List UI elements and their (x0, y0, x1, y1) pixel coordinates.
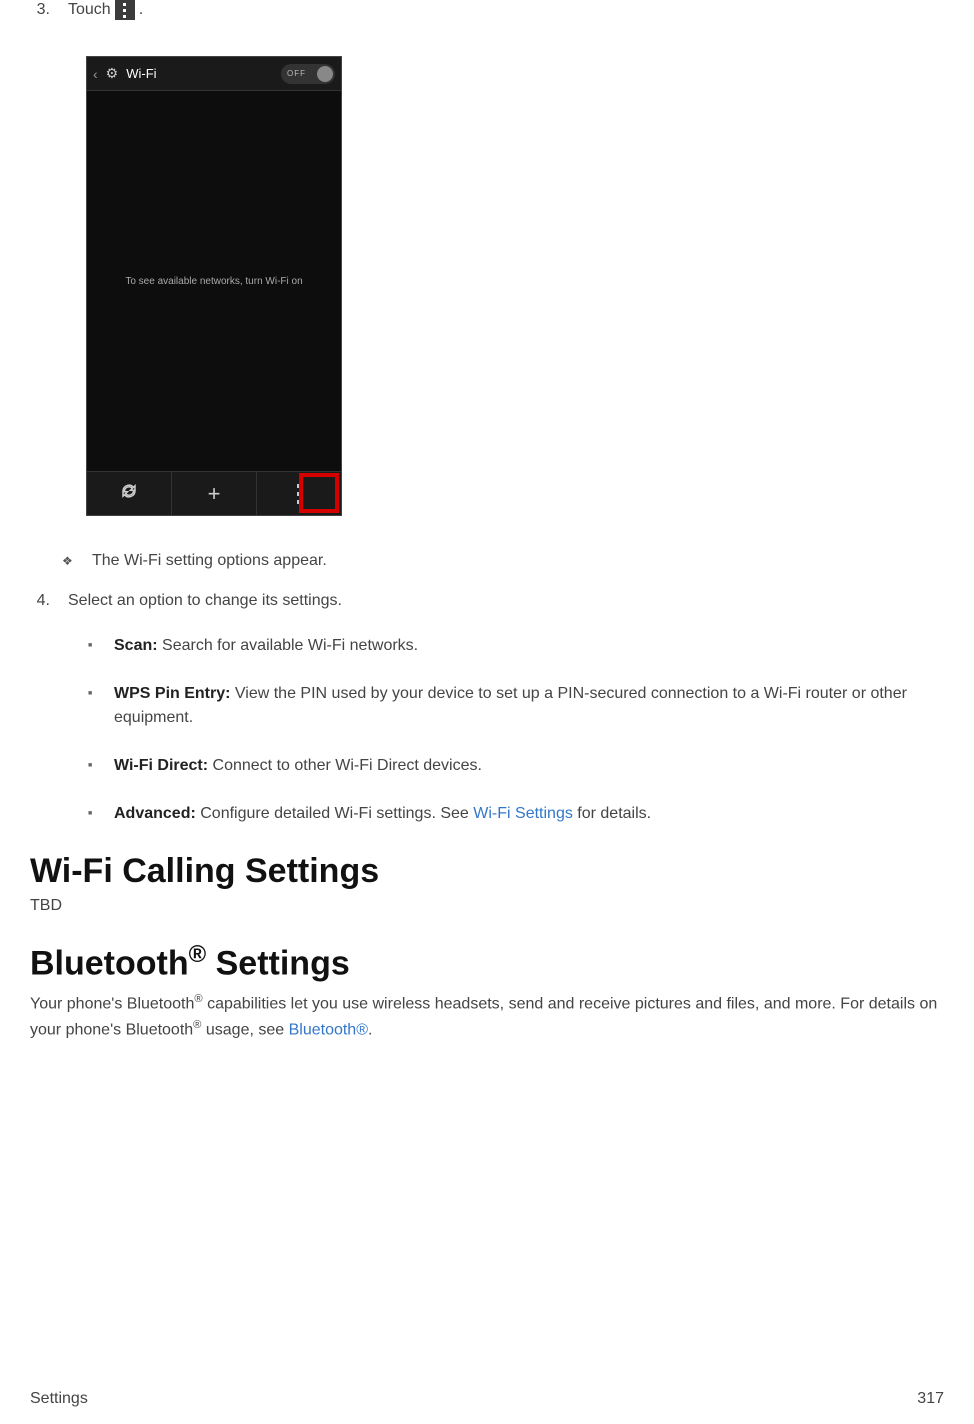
phone-body: To see available networks, turn Wi-Fi on (87, 91, 341, 471)
step-3: 3. Touch . (30, 0, 944, 20)
bottom-menu (256, 472, 341, 515)
phone-topbar: ‹ ⚙ Wi-Fi OFF (87, 57, 341, 91)
heading-bluetooth: Bluetooth® Settings (30, 941, 944, 983)
option-wps-desc: View the PIN used by your device to set … (114, 685, 907, 726)
option-scan-text: Scan: Search for available Wi-Fi network… (114, 634, 944, 658)
step-3-prefix: Touch (68, 1, 111, 19)
step-3-text: Touch . (68, 0, 143, 20)
option-wps: ■ WPS Pin Entry: View the PIN used by yo… (88, 682, 944, 730)
footer-page-number: 317 (917, 1390, 944, 1408)
phone-screenshot: ‹ ⚙ Wi-Fi OFF To see available networks,… (86, 56, 342, 516)
bottom-refresh (87, 472, 171, 515)
bluetooth-paragraph: Your phone's Bluetooth® capabilities let… (30, 991, 944, 1043)
step-4-text: Select an option to change its settings. (68, 592, 342, 610)
option-scan-label: Scan: (114, 637, 158, 654)
square-bullet-icon: ■ (88, 754, 96, 778)
refresh-icon (120, 482, 138, 505)
wifi-toggle: OFF (281, 64, 335, 84)
options-list: ■ Scan: Search for available Wi-Fi netwo… (88, 634, 944, 826)
option-wifi-direct: ■ Wi-Fi Direct: Connect to other Wi-Fi D… (88, 754, 944, 778)
tbd-text: TBD (30, 897, 944, 915)
overflow-menu-icon (115, 0, 135, 20)
heading-bluetooth-suffix: Settings (206, 944, 350, 982)
bluetooth-link[interactable]: Bluetooth® (289, 1022, 368, 1039)
step-4-number: 4. (30, 592, 50, 610)
phone-body-text: To see available networks, turn Wi-Fi on (125, 276, 302, 287)
registered-mark: ® (189, 941, 207, 968)
option-direct-desc: Connect to other Wi-Fi Direct devices. (208, 757, 482, 774)
option-direct-text: Wi-Fi Direct: Connect to other Wi-Fi Dir… (114, 754, 944, 778)
option-wps-text: WPS Pin Entry: View the PIN used by your… (114, 682, 944, 730)
option-scan: ■ Scan: Search for available Wi-Fi netwo… (88, 634, 944, 658)
result-line: ❖ The Wi-Fi setting options appear. (62, 552, 944, 570)
registered-mark: ® (194, 993, 202, 1005)
square-bullet-icon: ■ (88, 634, 96, 658)
wifi-settings-link[interactable]: Wi-Fi Settings (473, 805, 573, 822)
square-bullet-icon: ■ (88, 802, 96, 826)
square-bullet-icon: ■ (88, 682, 96, 730)
heading-wifi-calling: Wi-Fi Calling Settings (30, 852, 944, 891)
bt-p4: . (368, 1022, 372, 1039)
option-scan-desc: Search for available Wi-Fi networks. (158, 637, 419, 654)
phone-title: Wi-Fi (126, 66, 156, 81)
step-3-suffix: . (139, 1, 143, 19)
footer-section: Settings (30, 1390, 88, 1408)
red-highlight-box (299, 473, 339, 513)
option-advanced-label: Advanced: (114, 805, 196, 822)
option-wps-label: WPS Pin Entry: (114, 685, 230, 702)
step-3-number: 3. (30, 1, 50, 19)
bt-p3: usage, see (201, 1022, 288, 1039)
back-icon: ‹ (93, 66, 98, 82)
option-advanced-text: Advanced: Configure detailed Wi-Fi setti… (114, 802, 944, 826)
plus-icon: + (208, 481, 221, 507)
phone-bottombar: + (87, 471, 341, 515)
option-direct-label: Wi-Fi Direct: (114, 757, 208, 774)
bottom-add: + (171, 472, 256, 515)
page-footer: Settings 317 (30, 1390, 944, 1408)
step-3-line: 3. Touch . (30, 0, 944, 20)
bt-p1: Your phone's Bluetooth (30, 996, 194, 1013)
option-advanced: ■ Advanced: Configure detailed Wi-Fi set… (88, 802, 944, 826)
result-text: The Wi-Fi setting options appear. (92, 552, 327, 570)
diamond-bullet-icon: ❖ (62, 554, 74, 568)
step-4: 4. Select an option to change its settin… (30, 592, 944, 826)
gear-icon: ⚙ (106, 65, 119, 82)
heading-bluetooth-prefix: Bluetooth (30, 944, 189, 982)
step-4-line: 4. Select an option to change its settin… (30, 592, 944, 610)
option-advanced-desc-after: for details. (573, 805, 651, 822)
option-advanced-desc-before: Configure detailed Wi-Fi settings. See (196, 805, 473, 822)
